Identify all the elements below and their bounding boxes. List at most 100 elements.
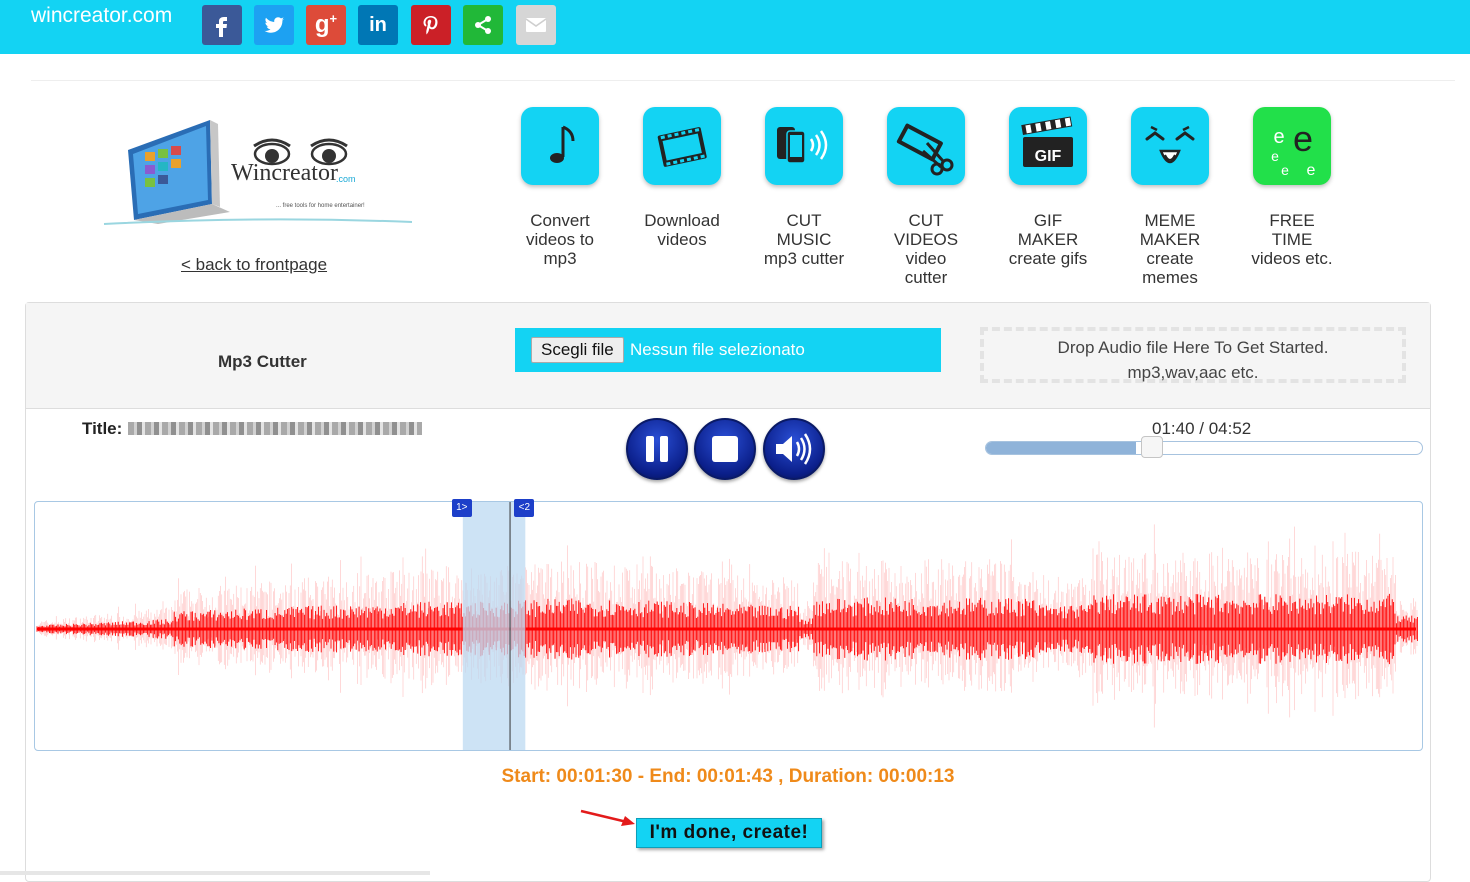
tool-label[interactable]: MEME MAKER create memes [1110, 211, 1230, 287]
pinterest-icon [423, 16, 438, 35]
facebook-icon [216, 17, 227, 37]
tool-label-line: cutter [904, 268, 948, 287]
track-title-label: Title: [82, 419, 123, 438]
stop-button[interactable] [694, 418, 756, 480]
file-picker[interactable]: Scegli file Nessun file selezionato [515, 328, 941, 372]
selection-region [462, 502, 526, 750]
volume-button[interactable] [763, 418, 825, 480]
svg-text:e: e [1307, 162, 1316, 179]
back-to-frontpage-link[interactable]: < back to frontpage [181, 255, 327, 275]
tool-label-line: MAKER [1139, 230, 1201, 249]
header-divider [31, 80, 1455, 81]
tool-label-line: create gifs [1008, 249, 1088, 268]
playback-time: 01:40 / 04:52 [1152, 419, 1252, 438]
audio-drop-zone[interactable]: Drop Audio file Here To Get Started. mp3… [980, 327, 1406, 383]
selection-start-marker[interactable]: 1> [451, 499, 472, 517]
music-note-icon[interactable] [521, 107, 599, 185]
selection-end-marker[interactable]: <2 [514, 499, 535, 517]
tool-cut-music[interactable]: CUT MUSIC mp3 cutter [744, 107, 864, 268]
site-name-link[interactable]: wincreator.com [31, 4, 172, 28]
waveform-graphic [36, 502, 1418, 750]
svg-text:e: e [1293, 118, 1313, 159]
svg-text:GIF: GIF [1035, 148, 1062, 165]
seek-bar-fill [986, 442, 1136, 454]
seek-bar-thumb[interactable] [1140, 436, 1163, 458]
waveform[interactable] [34, 501, 1423, 751]
tool-label[interactable]: FREE TIME videos etc. [1232, 211, 1352, 268]
tool-cut-videos[interactable]: CUT VIDEOS video cutter [866, 107, 986, 287]
email-share-button[interactable] [516, 5, 556, 45]
tool-label-line: videos to [525, 230, 595, 249]
pause-button[interactable] [626, 418, 688, 480]
tool-label-line: FREE [1269, 211, 1315, 230]
film-scissors-icon[interactable] [887, 107, 965, 185]
wincreator-logo[interactable]: Wincreator .com ... free tools for home … [100, 112, 413, 228]
red-arrow-icon [580, 809, 635, 826]
svg-text:e: e [1273, 126, 1284, 148]
tool-free-time[interactable]: e e e e e FREE TIME videos etc. [1232, 107, 1352, 268]
pause-icon [646, 436, 668, 462]
tool-convert[interactable]: Convert videos to mp3 [500, 107, 620, 268]
seek-bar[interactable] [985, 441, 1423, 455]
tool-label-line: Download [644, 211, 720, 230]
tool-label-line: mp3 cutter [763, 249, 845, 268]
tool-download[interactable]: Download videos [622, 107, 742, 249]
tool-label[interactable]: CUT MUSIC mp3 cutter [744, 211, 864, 268]
tool-label-line: videos etc. [1251, 249, 1333, 268]
film-icon[interactable] [643, 107, 721, 185]
choose-file-button[interactable]: Scegli file [531, 337, 624, 363]
drop-zone-line-1: Drop Audio file Here To Get Started. [1057, 338, 1329, 357]
tool-label[interactable]: GIF MAKER create gifs [988, 211, 1108, 268]
tool-label-line: Convert [530, 211, 590, 230]
google-plus-icon: g+ [314, 11, 338, 38]
panel-header: Mp3 Cutter Scegli file Nessun file selez… [26, 303, 1430, 409]
track-title-redacted [128, 422, 422, 435]
tool-meme-maker[interactable]: MEME MAKER create memes [1110, 107, 1230, 287]
tool-label-line: videos [657, 230, 707, 249]
mp3-cutter-panel: Mp3 Cutter Scegli file Nessun file selez… [25, 302, 1431, 882]
phone-sound-icon[interactable] [765, 107, 843, 185]
bottom-scroll-edge [0, 871, 430, 875]
tool-label[interactable]: Convert videos to mp3 [500, 211, 620, 268]
tool-label[interactable]: CUT VIDEOS video cutter [866, 211, 986, 287]
twitter-share-button[interactable] [254, 5, 294, 45]
selection-timing: Start: 00:01:30 - End: 00:01:43 , Durati… [501, 766, 955, 787]
svg-text:e: e [1271, 148, 1279, 164]
create-button[interactable]: I'm done, create! [636, 818, 822, 848]
twitter-icon [264, 17, 285, 33]
share-button[interactable] [463, 5, 503, 45]
logo-suffix-text: .com [336, 174, 356, 184]
drop-zone-line-2: mp3,wav,aac etc. [1127, 363, 1259, 382]
svg-text:e: e [1281, 162, 1289, 178]
tool-label-line: CUT [908, 211, 944, 230]
top-bar: wincreator.com g+ in [0, 0, 1470, 54]
tool-label-line: memes [1142, 268, 1198, 287]
logo-tagline-text: ... free tools for home entertainer! [276, 203, 365, 209]
tool-label[interactable]: Download videos [622, 211, 742, 249]
letters-e-icon[interactable]: eeeee [1253, 107, 1331, 185]
tool-label-line: MAKER [1017, 230, 1079, 249]
gif-clapper-icon[interactable]: GIF [1009, 107, 1087, 185]
pinterest-share-button[interactable] [411, 5, 451, 45]
linkedin-share-button[interactable]: in [358, 5, 398, 45]
tool-label-line: GIF [1033, 211, 1063, 230]
envelope-icon [525, 18, 547, 32]
google-plus-share-button[interactable]: g+ [306, 5, 346, 45]
tool-label-line: mp3 [543, 249, 577, 268]
meme-face-icon[interactable] [1131, 107, 1209, 185]
panel-title: Mp3 Cutter [218, 352, 307, 371]
facebook-share-button[interactable] [202, 5, 242, 45]
tool-label-line: MUSIC [776, 230, 832, 249]
file-status-text: Nessun file selezionato [630, 340, 805, 359]
speaker-icon [776, 433, 812, 465]
stop-icon [712, 436, 738, 462]
tool-label-line: VIDEOS [893, 230, 959, 249]
share-icon [475, 16, 491, 34]
tool-label-line: video [905, 249, 947, 268]
linkedin-icon: in [369, 13, 387, 36]
tool-gif-maker[interactable]: GIF GIF MAKER create gifs [988, 107, 1108, 268]
tool-label-line: TIME [1271, 230, 1313, 249]
tool-label-line: CUT [786, 211, 822, 230]
logo-brand-text: Wincreator [231, 160, 338, 186]
tool-label-line: MEME [1144, 211, 1196, 230]
